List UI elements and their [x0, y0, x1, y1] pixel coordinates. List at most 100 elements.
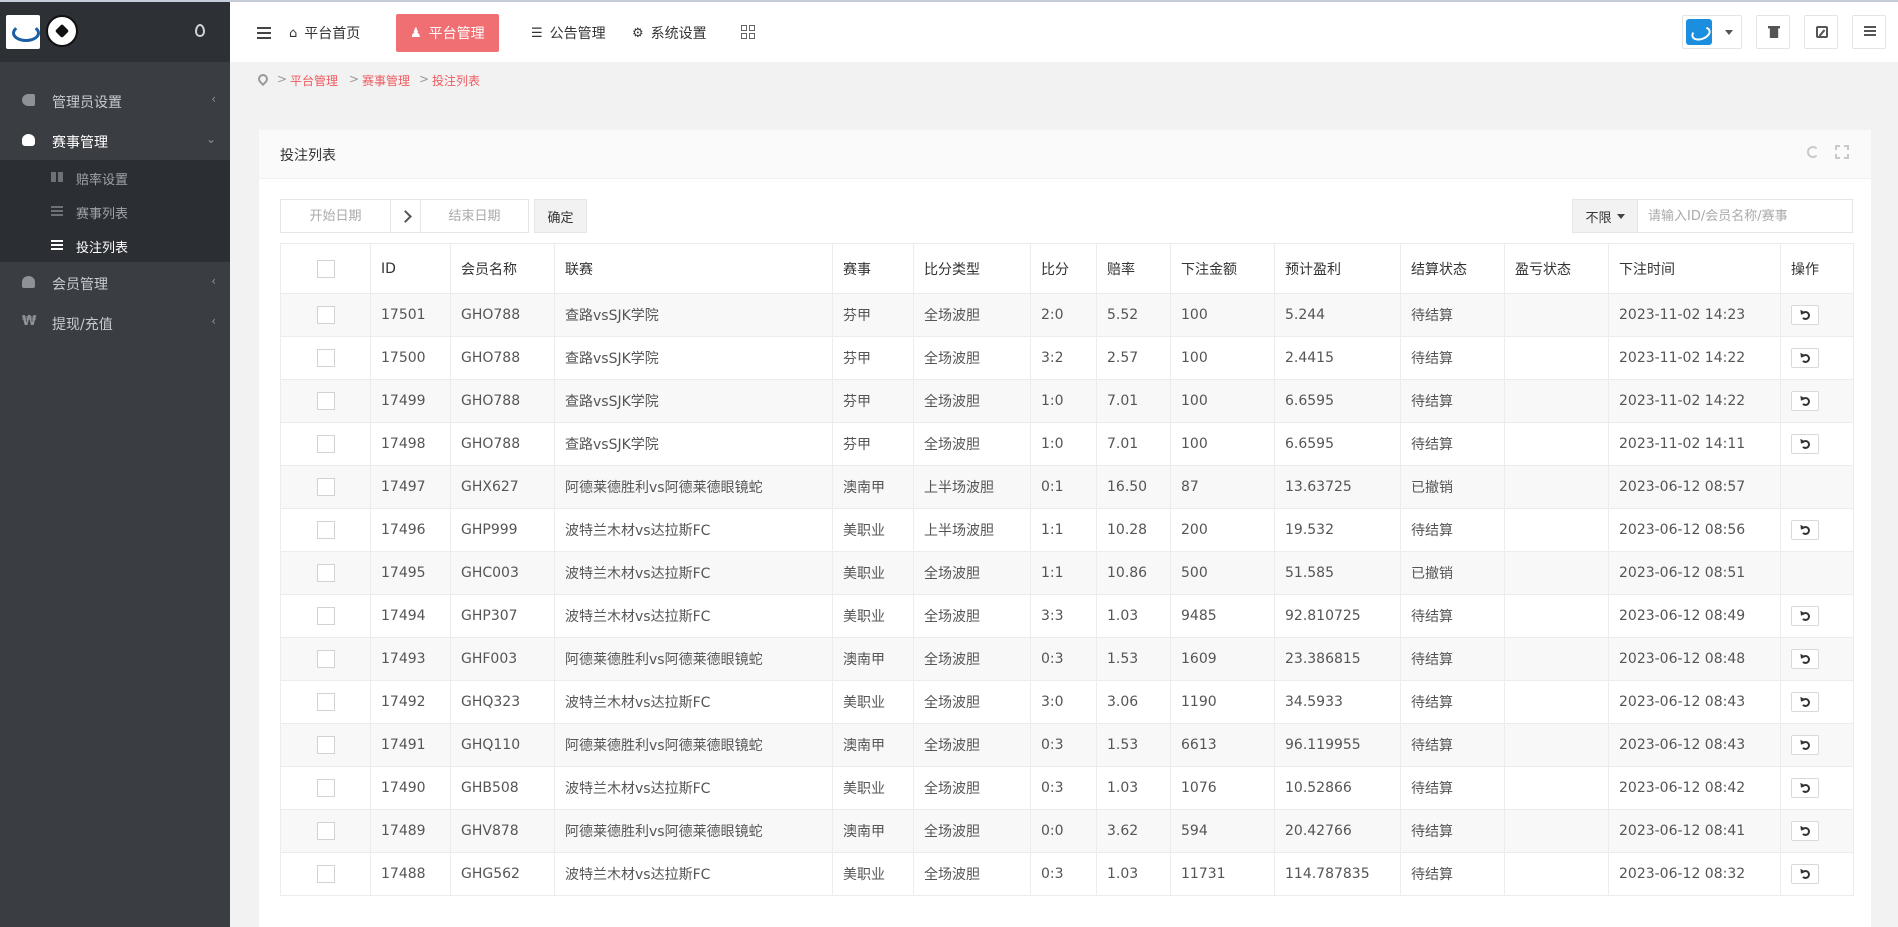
cell-id: 17488: [370, 852, 451, 896]
sidebar-item-member-management[interactable]: 会员管理 ‹: [0, 262, 230, 302]
fullscreen-icon[interactable]: [1835, 145, 1849, 159]
clear-cache-button[interactable]: [1756, 15, 1790, 49]
cell-score-type: 全场波胆: [913, 852, 1031, 896]
sidebar-item-admin-settings[interactable]: 管理员设置 ‹: [0, 80, 230, 120]
cell-odds: 7.01: [1096, 422, 1171, 466]
cell-amount: 100: [1170, 293, 1275, 337]
undo-button[interactable]: [1791, 520, 1819, 540]
breadcrumb-item-bets[interactable]: 投注列表: [432, 72, 480, 89]
row-checkbox[interactable]: [316, 779, 335, 797]
edit-button[interactable]: [1804, 15, 1838, 49]
row-select-cell: [280, 723, 371, 767]
cell-amount: 87: [1170, 465, 1275, 509]
cell-time: 2023-06-12 08:51: [1608, 551, 1781, 595]
undo-button[interactable]: [1791, 305, 1819, 325]
cell-pl: [1504, 336, 1609, 380]
tab-platform-management[interactable]: ♟ 平台管理: [396, 14, 499, 52]
row-checkbox[interactable]: [316, 736, 335, 754]
cell-league: 阿德莱德胜利vs阿德莱德眼镜蛇: [554, 637, 833, 681]
cell-amount: 100: [1170, 422, 1275, 466]
row-checkbox[interactable]: [316, 306, 335, 324]
start-date-input[interactable]: [280, 199, 391, 233]
undo-button[interactable]: [1791, 735, 1819, 755]
row-checkbox[interactable]: [316, 435, 335, 453]
undo-icon: [1801, 354, 1810, 363]
cell-score-type: 全场波胆: [913, 766, 1031, 810]
breadcrumb-item-platform[interactable]: 平台管理: [290, 72, 338, 89]
cell-id: 17498: [370, 422, 451, 466]
undo-button[interactable]: [1791, 692, 1819, 712]
row-checkbox[interactable]: [316, 822, 335, 840]
undo-button[interactable]: [1791, 348, 1819, 368]
row-checkbox[interactable]: [316, 478, 335, 496]
cell-settle: 待结算: [1400, 508, 1505, 552]
refresh-icon[interactable]: [1807, 146, 1819, 158]
cell-league: 阿德莱德胜利vs阿德莱德眼镜蛇: [554, 809, 833, 853]
cell-member: GHF003: [450, 637, 555, 681]
sidebar-item-label: 会员管理: [52, 277, 108, 293]
tab-announcement-management[interactable]: ☰ 公告管理: [517, 14, 620, 52]
undo-button[interactable]: [1791, 434, 1819, 454]
panel-icon: [1864, 26, 1876, 38]
cell-member: GHG562: [450, 852, 555, 896]
cell-score: 2:0: [1030, 293, 1097, 337]
breadcrumb-item-events[interactable]: 赛事管理: [362, 72, 410, 89]
side-panel-button[interactable]: [1852, 15, 1886, 49]
cell-time: 2023-06-12 08:57: [1608, 465, 1781, 509]
undo-button[interactable]: [1791, 778, 1819, 798]
sidebar-item-event-management[interactable]: 赛事管理 ⌄: [0, 120, 230, 160]
table-header-row: ID 会员名称 联赛 赛事 比分类型 比分 赔率 下注金额 预计盈利 结算状态 …: [280, 243, 1854, 294]
cell-score: 0:3: [1030, 723, 1097, 767]
row-checkbox[interactable]: [316, 693, 335, 711]
home-icon: ⌂: [289, 25, 298, 41]
cell-odds: 1.03: [1096, 852, 1171, 896]
tab-system-settings[interactable]: ⚙ 系统设置: [618, 14, 721, 52]
cell-amount: 100: [1170, 336, 1275, 380]
end-date-input[interactable]: [420, 199, 529, 233]
cell-odds: 1.03: [1096, 766, 1171, 810]
apps-grid-icon[interactable]: [741, 25, 755, 39]
confirm-button[interactable]: 确定: [534, 199, 587, 233]
table-row: 17496 GHP999 波特兰木材vs达拉斯FC 美职业 上半场波胆 1:1 10.28 2…: [280, 508, 1854, 552]
row-checkbox[interactable]: [316, 521, 335, 539]
sidebar-item-withdraw-recharge[interactable]: ₩ 提现/充值 ‹: [0, 302, 230, 342]
select-all-checkbox[interactable]: [316, 259, 335, 278]
table-row: 17490 GHB508 波特兰木材vs达拉斯FC 美职业 全场波胆 0:3 1.03 107…: [280, 766, 1854, 810]
cell-league: 查路vsSJK学院: [554, 293, 833, 337]
filter-select[interactable]: 不限: [1572, 199, 1638, 233]
cell-settle: 待结算: [1400, 766, 1505, 810]
undo-button[interactable]: [1791, 606, 1819, 626]
breadcrumb: > 平台管理 > 赛事管理 > 投注列表: [230, 62, 1898, 96]
cell-settle: 待结算: [1400, 637, 1505, 681]
chevron-right-icon[interactable]: [390, 199, 421, 233]
chevron-left-icon: ‹: [211, 274, 216, 288]
cell-profit: 10.52866: [1274, 766, 1401, 810]
row-checkbox[interactable]: [316, 607, 335, 625]
column-header: 赛事: [832, 243, 914, 294]
table-row: 17499 GHO788 查路vsSJK学院 芬甲 全场波胆 1:0 7.01 100 6.65…: [280, 379, 1854, 423]
column-header: 操作: [1780, 243, 1854, 294]
row-checkbox[interactable]: [316, 392, 335, 410]
undo-button[interactable]: [1791, 821, 1819, 841]
sidebar-submenu: 赔率设置 赛事列表 投注列表: [0, 160, 230, 262]
sidebar-subitem-bet-list[interactable]: 投注列表: [0, 228, 230, 262]
row-checkbox[interactable]: [316, 650, 335, 668]
hamburger-menu-icon[interactable]: [257, 27, 271, 39]
caret-down-icon: [1616, 213, 1625, 219]
sidebar-subitem-odds-settings[interactable]: 赔率设置: [0, 160, 230, 194]
undo-button[interactable]: [1791, 391, 1819, 411]
cell-time: 2023-06-12 08:41: [1608, 809, 1781, 853]
row-checkbox[interactable]: [316, 564, 335, 582]
tab-platform-home[interactable]: ⌂ 平台首页: [275, 14, 374, 52]
cell-time: 2023-06-12 08:43: [1608, 723, 1781, 767]
row-checkbox[interactable]: [316, 349, 335, 367]
row-select-cell: [280, 680, 371, 724]
row-checkbox[interactable]: [316, 865, 335, 883]
user-avatar-dropdown[interactable]: [1682, 15, 1742, 49]
table-row: 17497 GHX627 阿德莱德胜利vs阿德莱德眼镜蛇 澳南甲 上半场波胆 0:1 16.…: [280, 465, 1854, 509]
search-input[interactable]: [1637, 199, 1853, 233]
sidebar-subitem-event-list[interactable]: 赛事列表: [0, 194, 230, 228]
undo-button[interactable]: [1791, 864, 1819, 884]
undo-button[interactable]: [1791, 649, 1819, 669]
theme-drop-icon[interactable]: [195, 24, 205, 37]
